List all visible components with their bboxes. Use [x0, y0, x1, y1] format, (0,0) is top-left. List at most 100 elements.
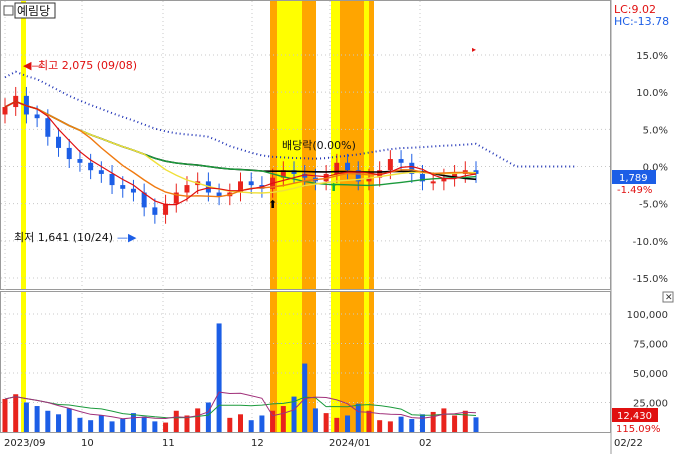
candle-body [34, 114, 40, 119]
volume-bar [452, 415, 458, 432]
volume-bar [419, 414, 425, 432]
volume-bar [120, 419, 126, 432]
x-tick-label: 2023/09 [4, 438, 46, 449]
price-tick-label: 15.0% [636, 51, 668, 62]
volume-bar [409, 419, 415, 432]
marker-red: ▸ [472, 45, 476, 54]
volume-bar [2, 398, 8, 432]
candle-body [248, 181, 254, 186]
volume-bar [66, 408, 72, 432]
candle-body [88, 162, 94, 171]
volume-bar [163, 422, 169, 432]
last-price-text: 1,789 [619, 173, 648, 184]
volume-bar [441, 408, 447, 432]
last-pct-text: 115.09% [616, 424, 661, 435]
candle-body [45, 118, 51, 137]
volume-bar [23, 402, 29, 432]
volume-bar [98, 415, 104, 432]
candle-body [120, 185, 126, 189]
volume-bar [56, 414, 62, 432]
volume-bar [355, 403, 361, 432]
volume-tick-label: 100,000 [627, 310, 668, 321]
title-checkbox[interactable] [3, 5, 14, 16]
candle-body [109, 173, 115, 186]
volume-bar [238, 414, 243, 432]
volume-bar [345, 415, 351, 432]
volume-tick-label: 25,000 [633, 399, 668, 410]
stock-title: 예림당 [17, 4, 50, 18]
volume-bar [88, 420, 94, 432]
volume-bar [45, 410, 51, 432]
high-annotation: 최고 2,075 (09/08) [38, 59, 137, 72]
volume-bar [77, 417, 83, 432]
volume-bar [216, 323, 222, 432]
candle-body [152, 207, 158, 215]
price-y-axis: 15.0%10.0%5.0%0.0%-5.0%-10.0%-15.0% [633, 51, 668, 285]
highlight-band [331, 292, 340, 432]
volume-bar [462, 410, 468, 432]
volume-bar [366, 410, 372, 432]
stock-chart: 15.0%10.0%5.0%0.0%-5.0%-10.0%-15.0% 100,… [0, 0, 674, 454]
volume-tick-label: 75,000 [633, 340, 668, 351]
x-axis: 2023/09 10 11 12 2024/01 02 02/22 [4, 438, 643, 449]
candle-body [387, 159, 393, 171]
volume-bar [152, 421, 158, 432]
candle-body [77, 159, 83, 163]
volume-bar [13, 394, 19, 432]
dividend-annotation: 배당락(0.00%) [282, 139, 356, 152]
candle-body [2, 107, 8, 115]
volume-bar [398, 416, 404, 432]
candle-body [98, 170, 104, 174]
volume-bar [377, 420, 383, 432]
candle-body [398, 159, 404, 163]
hc-label: HC:-13.78 [614, 15, 669, 28]
volume-bar [323, 413, 329, 432]
highlight-band [270, 1, 277, 289]
buy-signal-black-arrow: ⬆ [268, 198, 277, 211]
price-tick-label: 5.0% [643, 125, 668, 136]
volume-tick-label: 50,000 [633, 369, 668, 380]
volume-bar [173, 410, 179, 432]
x-tick-label: 02/22 [614, 438, 643, 449]
close-icon[interactable]: ✕ [665, 293, 673, 303]
candle-body [130, 188, 136, 193]
volume-bar [248, 420, 254, 432]
volume-bar [227, 417, 233, 432]
highlight-band [369, 1, 374, 289]
volume-bar [334, 417, 340, 432]
price-tick-label: -15.0% [633, 274, 668, 285]
low-annotation: 최저 1,641 (10/24) [14, 231, 113, 244]
volume-bar [473, 417, 479, 432]
volume-bar [141, 416, 147, 432]
last-change-text: -1.49% [617, 185, 652, 196]
volume-bar [34, 406, 40, 432]
volume-bar [205, 402, 211, 432]
last-volume-text: 12,430 [617, 411, 652, 422]
x-tick-label: 11 [162, 438, 175, 449]
x-tick-label: 10 [81, 438, 94, 449]
x-tick-label: 2024/01 [329, 438, 371, 449]
volume-bar [259, 415, 265, 432]
candle-body [66, 147, 72, 160]
candle-body [163, 203, 169, 215]
candle-body [56, 136, 62, 148]
volume-bar [312, 408, 318, 432]
volume-y-axis: 100,000 75,000 50,000 25,000 [627, 310, 668, 410]
price-tick-label: -10.0% [633, 237, 668, 248]
volume-bar [280, 406, 286, 432]
price-tick-label: 10.0% [636, 88, 668, 99]
highlight-band [21, 1, 26, 289]
volume-bar [130, 413, 136, 432]
volume-bar [270, 410, 276, 432]
x-tick-label: 02 [419, 438, 432, 449]
buy-signal-green-arrow: ⬆ [329, 181, 338, 194]
candle-body [345, 162, 351, 171]
low-arrow: —▶ [117, 231, 137, 244]
price-tick-label: -5.0% [639, 200, 668, 211]
volume-bars [2, 323, 479, 432]
candle-body [430, 181, 436, 184]
highlight-band [364, 1, 369, 289]
volume-bar [109, 421, 115, 432]
candle-body [216, 192, 222, 197]
volume-bar [387, 421, 393, 432]
